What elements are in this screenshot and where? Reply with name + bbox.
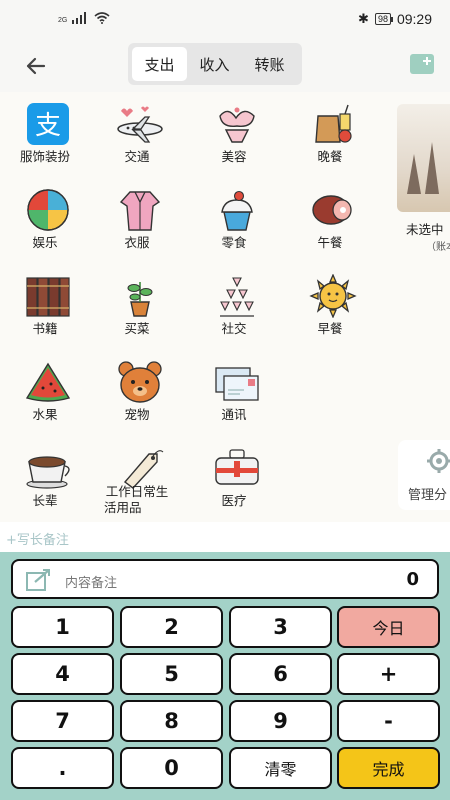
status-bar: 2G ✱ 98 09:29 xyxy=(0,0,450,40)
category-medical[interactable]: 医疗 xyxy=(189,436,279,516)
category-communication[interactable]: 通讯 xyxy=(189,350,279,430)
books-icon xyxy=(26,277,70,317)
category-label: 晚餐 xyxy=(317,149,343,164)
amount-display: 0 xyxy=(406,569,419,590)
memo-placeholder: 内容备注 xyxy=(65,576,118,591)
category-clothes[interactable]: 衣服 xyxy=(92,178,182,258)
key-0[interactable]: 0 xyxy=(120,747,223,789)
category-lunch[interactable]: 午餐 xyxy=(285,178,375,258)
category-label: 社交 xyxy=(221,321,247,336)
ham-icon xyxy=(312,195,352,225)
add-ledger-icon[interactable] xyxy=(410,54,434,74)
category-label: 买菜 xyxy=(124,321,150,336)
clock: 09:29 xyxy=(396,11,432,27)
category-pets[interactable]: 宠物 xyxy=(92,350,182,430)
category-label: 宠物 xyxy=(124,407,150,422)
robe-icon xyxy=(119,191,161,231)
bluetooth-icon: ✱ xyxy=(358,11,369,26)
category-beauty[interactable]: 美容 xyxy=(189,92,279,172)
tab-income[interactable]: 收入 xyxy=(187,47,242,81)
battery-icon: 98 xyxy=(374,13,393,25)
keypad: 内容备注 0 1 2 3 今日 4 5 6 + 7 8 9 - . 0 清零 完… xyxy=(0,552,450,800)
category-label: 书籍 xyxy=(32,321,58,336)
tab-transfer[interactable]: 转账 xyxy=(242,47,297,81)
memo-field[interactable]: 内容备注 0 xyxy=(11,559,439,599)
note-row: +写长备注 xyxy=(0,522,450,552)
tab-expense[interactable]: 支出 xyxy=(132,47,187,81)
category-label: 工作日常生 活用品 xyxy=(104,484,169,515)
category-label: 零食 xyxy=(221,235,247,250)
category-label: 早餐 xyxy=(317,321,343,336)
category-breakfast[interactable]: 早餐 xyxy=(285,264,375,344)
medical-case-icon xyxy=(215,449,259,485)
bear-icon xyxy=(118,361,162,403)
key-7[interactable]: 7 xyxy=(11,700,114,742)
gear-icon xyxy=(427,449,450,473)
category-label: 医疗 xyxy=(221,493,247,508)
signal-icon xyxy=(72,12,87,24)
write-long-note-link[interactable]: +写长备注 xyxy=(6,529,69,548)
category-label: 午餐 xyxy=(317,235,343,250)
category-label: 衣服 xyxy=(124,235,150,250)
plant-pot-icon xyxy=(127,282,153,317)
key-8[interactable]: 8 xyxy=(120,700,223,742)
category-social[interactable]: 社交 xyxy=(189,264,279,344)
category-transport[interactable]: 交通 xyxy=(92,92,182,172)
ledger-cover-image[interactable] xyxy=(397,104,450,212)
svg-text:支: 支 xyxy=(35,111,61,141)
manage-categories-button[interactable]: 管理分 xyxy=(398,440,450,510)
category-label: 长辈 xyxy=(32,493,58,508)
plus-button[interactable]: + xyxy=(337,653,440,695)
key-6[interactable]: 6 xyxy=(229,653,332,695)
dinner-bag-icon xyxy=(315,104,352,143)
header: 支出 收入 转账 xyxy=(0,40,450,92)
done-button[interactable]: 完成 xyxy=(337,747,440,789)
minus-button[interactable]: - xyxy=(337,700,440,742)
category-snacks[interactable]: 零食 xyxy=(189,178,279,258)
category-label: 水果 xyxy=(32,407,58,422)
sun-icon xyxy=(309,274,357,318)
key-3[interactable]: 3 xyxy=(229,606,332,648)
cupcake-icon xyxy=(221,190,253,231)
category-label: 服饰装扮 xyxy=(19,149,70,164)
key-9[interactable]: 9 xyxy=(229,700,332,742)
alipay-icon: 支 xyxy=(27,103,69,145)
category-label: 通讯 xyxy=(221,407,247,422)
lingerie-icon xyxy=(219,107,255,143)
category-label: 美容 xyxy=(221,149,247,164)
coffee-cup-icon xyxy=(26,456,70,489)
wine-tower-icon xyxy=(220,277,254,317)
category-groceries[interactable]: 买菜 xyxy=(92,264,182,344)
category-dinner[interactable]: 晚餐 xyxy=(285,92,375,172)
category-elders[interactable]: 长辈 xyxy=(0,436,90,516)
clear-button[interactable]: 清零 xyxy=(229,747,332,789)
wifi-icon xyxy=(94,12,110,24)
ledger-unselected-label: 未选中 xyxy=(406,222,444,237)
category-grid: 支 服饰装扮 交通 美容 晚餐 娱乐 衣服 零食 午餐 书籍 买菜 社交 早餐 … xyxy=(0,92,450,522)
category-fruit[interactable]: 水果 xyxy=(0,350,90,430)
key-4[interactable]: 4 xyxy=(11,653,114,695)
today-button[interactable]: 今日 xyxy=(337,606,440,648)
category-clothing-accessories[interactable]: 支 服饰装扮 xyxy=(0,92,90,172)
category-entertainment[interactable]: 娱乐 xyxy=(0,178,90,258)
category-books[interactable]: 书籍 xyxy=(0,264,90,344)
category-daily-supplies[interactable]: 工作日常生 活用品 xyxy=(92,436,192,516)
back-arrow-icon[interactable] xyxy=(22,52,50,80)
decimal-point-key[interactable]: . xyxy=(11,747,114,789)
watermelon-icon xyxy=(25,362,71,402)
key-5[interactable]: 5 xyxy=(120,653,223,695)
envelope-icon xyxy=(215,367,259,401)
manage-label: 管理分 xyxy=(408,488,448,503)
key-1[interactable]: 1 xyxy=(11,606,114,648)
category-label: 娱乐 xyxy=(32,235,58,250)
ledger-sub-label: （账本 xyxy=(426,242,450,253)
key-2[interactable]: 2 xyxy=(120,606,223,648)
edit-icon xyxy=(26,569,50,591)
type-tabs: 支出 收入 转账 xyxy=(128,43,302,85)
network-type: 2G xyxy=(58,17,68,24)
category-label: 交通 xyxy=(124,149,150,164)
beach-ball-icon xyxy=(27,189,69,231)
airplane-icon xyxy=(117,106,163,143)
